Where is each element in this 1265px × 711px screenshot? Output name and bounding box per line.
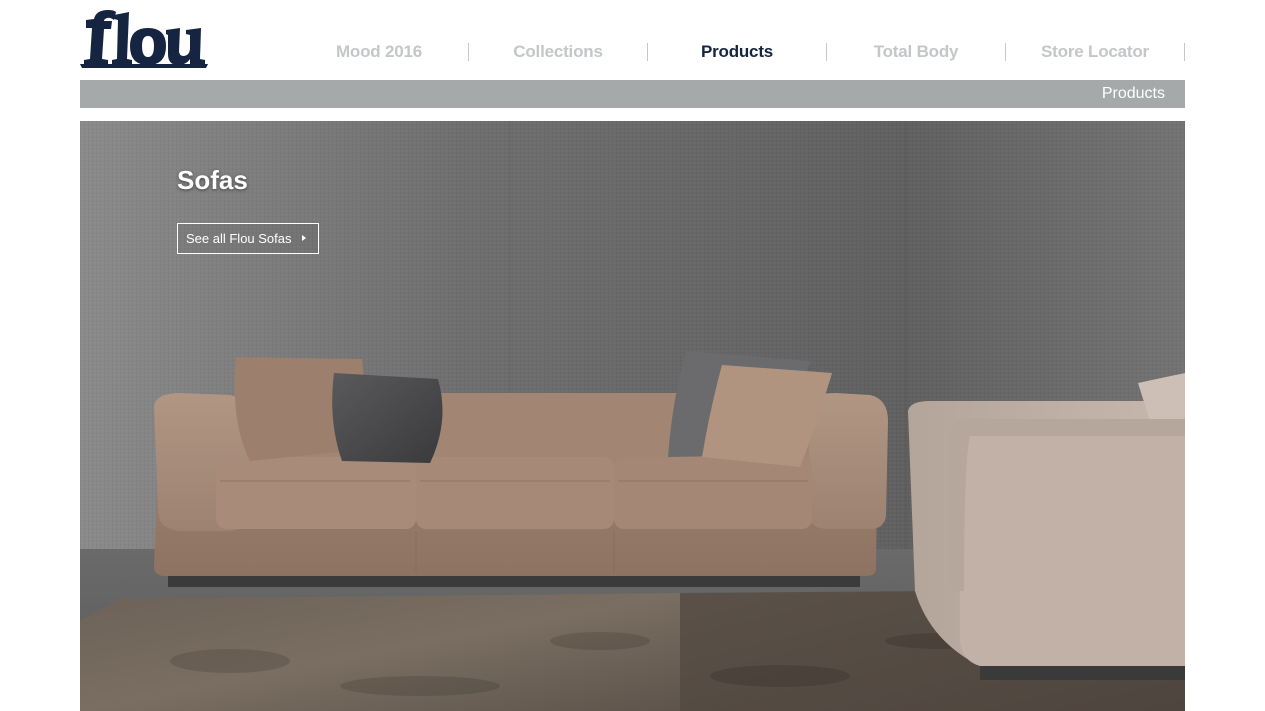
breadcrumb-bar: Products bbox=[80, 80, 1185, 108]
chevron-right-icon bbox=[302, 235, 306, 241]
nav-item-store-locator[interactable]: Store Locator bbox=[1006, 43, 1185, 61]
hero-title: Sofas bbox=[177, 165, 248, 195]
sofa-hero-image bbox=[80, 121, 1185, 711]
nav-item-collections[interactable]: Collections bbox=[469, 43, 648, 61]
see-all-sofas-label: See all Flou Sofas bbox=[186, 231, 292, 246]
nav-item-label: Store Locator bbox=[1041, 42, 1149, 61]
nav-item-total-body[interactable]: Total Body bbox=[827, 43, 1006, 61]
flou-logo[interactable] bbox=[80, 8, 208, 68]
nav-item-label: Collections bbox=[513, 42, 603, 61]
breadcrumb: Products bbox=[1101, 85, 1165, 102]
nav-item-mood-2016[interactable]: Mood 2016 bbox=[290, 43, 469, 61]
flou-logo-icon bbox=[80, 10, 208, 68]
nav-item-products[interactable]: Products bbox=[648, 43, 827, 61]
see-all-sofas-button[interactable]: See all Flou Sofas bbox=[177, 223, 319, 254]
main-nav: Mood 2016 Collections Products Total Bod… bbox=[290, 38, 1185, 66]
nav-item-label: Products bbox=[700, 42, 774, 61]
hero-banner: Sofas See all Flou Sofas bbox=[80, 121, 1185, 711]
nav-item-label: Total Body bbox=[873, 42, 959, 61]
nav-item-label: Mood 2016 bbox=[335, 42, 423, 61]
